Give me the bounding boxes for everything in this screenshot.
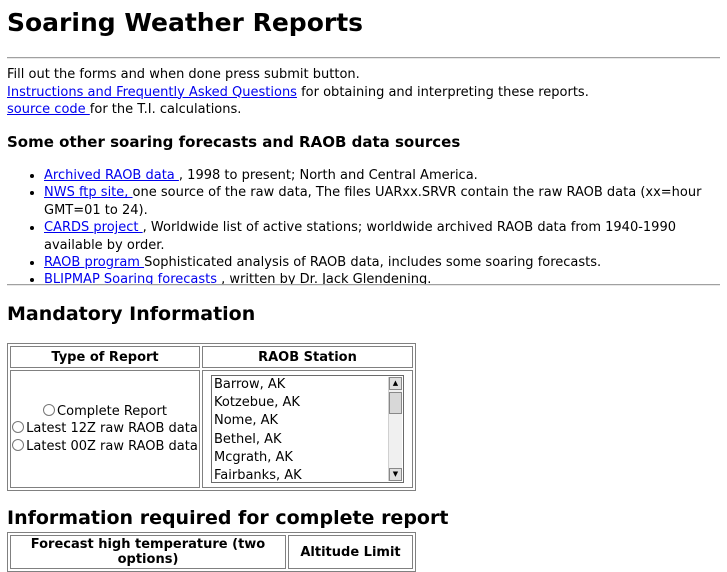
source-code-link[interactable]: source code: [7, 102, 90, 117]
radio-button[interactable]: [43, 403, 56, 416]
raob-station-cell: Barrow, AK Kotzebue, AK Nome, AK Bethel,…: [202, 370, 413, 488]
forecast-temperature-header: Forecast high temperature (two options): [10, 535, 286, 569]
report-type-header: Type of Report: [10, 346, 200, 368]
nws-ftp-link[interactable]: NWS ftp site,: [44, 185, 133, 200]
altitude-limit-header: Altitude Limit: [288, 535, 413, 569]
archived-raob-link[interactable]: Archived RAOB data: [44, 168, 179, 183]
list-item-text: one source of the raw data, The files UA…: [44, 185, 702, 218]
faq-link[interactable]: Instructions and Frequently Asked Questi…: [7, 85, 297, 100]
intro-text: Fill out the forms and when done press s…: [7, 66, 589, 119]
intro-line: Fill out the forms and when done press s…: [7, 67, 360, 82]
report-type-cell: Complete Report Latest 12Z raw RAOB data…: [10, 370, 200, 488]
list-item: NWS ftp site, one source of the raw data…: [44, 184, 717, 219]
mandatory-heading: Mandatory Information: [7, 303, 256, 325]
station-option[interactable]: Barrow, AK: [214, 376, 387, 394]
scroll-down-icon[interactable]: ▼: [389, 468, 402, 481]
raob-program-link[interactable]: RAOB program: [44, 255, 144, 270]
faq-suffix: for obtaining and interpreting these rep…: [296, 84, 589, 100]
radio-button[interactable]: [12, 421, 25, 434]
divider: [7, 284, 720, 286]
list-item: BLIPMAP Soaring forecasts , written by D…: [44, 271, 717, 288]
radio-latest-12z[interactable]: Latest 12Z raw RAOB data: [12, 420, 198, 438]
station-options: Barrow, AK Kotzebue, AK Nome, AK Bethel,…: [214, 376, 387, 485]
radio-label: Complete Report: [57, 403, 167, 419]
station-option[interactable]: Bethel, AK: [214, 431, 387, 449]
station-option[interactable]: Mcgrath, AK: [214, 449, 387, 467]
raob-station-select[interactable]: Barrow, AK Kotzebue, AK Nome, AK Bethel,…: [211, 375, 404, 483]
radio-latest-00z[interactable]: Latest 00Z raw RAOB data: [12, 438, 198, 456]
radio-label: Latest 12Z raw RAOB data: [26, 421, 198, 437]
sources-heading: Some other soaring forecasts and RAOB da…: [7, 133, 461, 151]
radio-complete-report[interactable]: Complete Report: [12, 403, 198, 421]
station-option[interactable]: Fairbanks, AK: [214, 467, 387, 485]
radio-button[interactable]: [12, 438, 25, 451]
page-title: Soaring Weather Reports: [7, 8, 364, 37]
list-item: Archived RAOB data , 1998 to present; No…: [44, 167, 717, 184]
scroll-up-icon[interactable]: ▲: [389, 377, 402, 390]
station-option[interactable]: Nome, AK: [214, 412, 387, 430]
report-type-group: Complete Report Latest 12Z raw RAOB data…: [12, 403, 198, 456]
complete-report-heading: Information required for complete report: [7, 507, 449, 529]
divider: [7, 57, 720, 59]
list-item-text: , 1998 to present; North and Central Ame…: [178, 168, 478, 183]
radio-label: Latest 00Z raw RAOB data: [26, 438, 198, 454]
mandatory-table: Type of Report RAOB Station Complete Rep…: [7, 343, 416, 491]
raob-station-header: RAOB Station: [202, 346, 413, 368]
sources-list: Archived RAOB data , 1998 to present; No…: [7, 167, 717, 289]
list-item-text: Sophisticated analysis of RAOB data, inc…: [144, 255, 602, 271]
complete-report-table: Forecast high temperature (two options) …: [7, 532, 416, 572]
source-suffix: for the T.I. calculations.: [89, 102, 242, 117]
list-item: CARDS project , Worldwide list of active…: [44, 219, 717, 254]
cards-project-link[interactable]: CARDS project: [44, 220, 143, 235]
scroll-thumb[interactable]: [389, 392, 402, 414]
station-option[interactable]: Kotzebue, AK: [214, 394, 387, 412]
station-scrollbar[interactable]: ▲ ▼: [388, 377, 402, 481]
list-item: RAOB program Sophisticated analysis of R…: [44, 254, 717, 271]
